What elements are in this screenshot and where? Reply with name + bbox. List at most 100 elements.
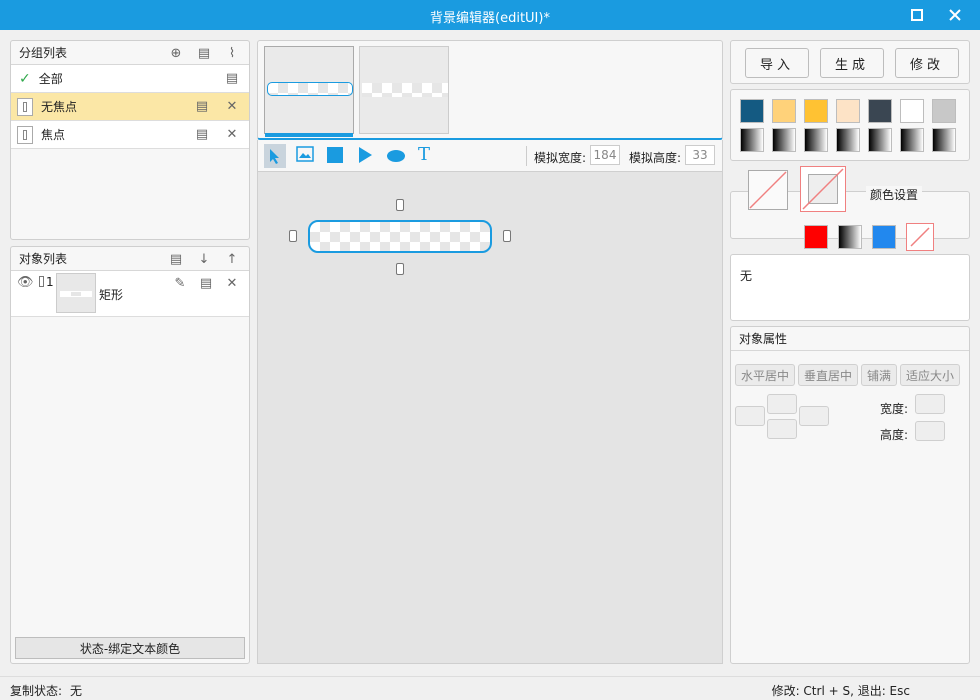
color-setting-label: 颜色设置 [866, 186, 923, 203]
eye-icon[interactable]: 👁 [17, 275, 34, 290]
group-item-no-focus[interactable]: 无焦点 ▤ ✕ [11, 93, 249, 121]
check-icon: ✓ [19, 70, 31, 87]
editor-canvas[interactable] [257, 172, 723, 664]
align-bottom-field[interactable] [767, 419, 797, 439]
object-list-header: 对象列表 ▤ ↓ ↑ [11, 247, 249, 271]
copy-state-value: 无 [70, 684, 83, 698]
rectangle-tool-icon[interactable] [327, 147, 343, 163]
quick-blue-swatch[interactable] [872, 225, 896, 249]
align-right-field[interactable] [799, 406, 829, 426]
resize-handle-right[interactable] [503, 230, 511, 242]
stroke-color-none-swatch[interactable] [800, 166, 846, 212]
color-swatch[interactable] [772, 99, 796, 123]
fill-color-none-swatch[interactable] [748, 170, 788, 210]
color-swatch[interactable] [740, 99, 764, 123]
align-left-field[interactable] [735, 406, 765, 426]
title-bar: 背景编辑器(editUI)* [0, 0, 980, 30]
move-down-icon[interactable]: ↓ [195, 250, 213, 268]
object-thumbnail [56, 273, 96, 313]
status-bind-button[interactable]: 状态-绑定文本颜色 [15, 637, 245, 659]
tool-bar: T 模拟宽度: 184 模拟高度: 33 [257, 140, 723, 172]
group-list-header: 分组列表 ⊕ ▤ ⌇ [11, 41, 249, 65]
width-input[interactable] [915, 394, 945, 414]
center-vertical-button[interactable]: 垂直居中 [798, 364, 858, 386]
copy-state-label: 复制状态: [10, 684, 63, 698]
generate-button[interactable]: 生成 [820, 48, 884, 78]
group-item-focus[interactable]: 焦点 ▤ ✕ [11, 121, 249, 149]
delete-icon[interactable]: ✕ [223, 274, 241, 292]
move-up-icon[interactable]: ↑ [223, 250, 241, 268]
object-item[interactable]: 👁 1 矩形 ✎ ▤ ✕ [11, 271, 249, 317]
sim-height-input[interactable]: 33 [685, 145, 715, 165]
gradient-swatch[interactable] [868, 128, 892, 152]
group-list-title: 分组列表 [19, 46, 68, 60]
pointer-tool-icon[interactable] [264, 144, 286, 168]
properties-header: 对象属性 [731, 327, 969, 351]
object-list-panel: 对象列表 ▤ ↓ ↑ 👁 1 矩形 ✎ ▤ ✕ 状态-绑定文本颜色 [10, 246, 250, 664]
fill-button[interactable]: 铺满 [861, 364, 897, 386]
toolbar-divider [526, 146, 527, 166]
gradient-swatch[interactable] [740, 128, 764, 152]
add-group-icon[interactable]: ⊕ [167, 44, 185, 62]
resize-handle-bottom[interactable] [396, 263, 404, 275]
paste-icon[interactable]: ▤ [195, 44, 213, 62]
sim-width-input[interactable]: 184 [590, 145, 620, 165]
center-horizontal-button[interactable]: 水平居中 [735, 364, 795, 386]
color-swatch[interactable] [836, 99, 860, 123]
copy-icon[interactable]: ▤ [193, 126, 211, 144]
group-item-all[interactable]: ✓ 全部 ▤ [11, 65, 249, 93]
window-title: 背景编辑器(editUI)* [430, 11, 550, 26]
text-box-value: 无 [740, 269, 753, 283]
group-item-label: 焦点 [41, 128, 66, 142]
maximize-icon[interactable] [906, 5, 928, 25]
copy-icon[interactable]: ▤ [193, 98, 211, 116]
close-icon[interactable] [944, 5, 966, 25]
paste-icon[interactable]: ▤ [167, 250, 185, 268]
color-swatch[interactable] [932, 99, 956, 123]
quick-none-swatch[interactable] [906, 223, 934, 251]
copy-icon[interactable]: ▤ [223, 70, 241, 88]
object-properties-panel: 对象属性 水平居中 垂直居中 铺满 适应大小 宽度: 高度: [730, 326, 970, 664]
quick-red-swatch[interactable] [804, 225, 828, 249]
copy-icon[interactable]: ▤ [197, 274, 215, 292]
gradient-swatch[interactable] [900, 128, 924, 152]
quick-gradient-swatch[interactable] [838, 225, 862, 249]
rectangle-object[interactable] [308, 220, 492, 253]
align-top-field[interactable] [767, 394, 797, 414]
thumbnail-state-2[interactable] [359, 46, 449, 134]
status-bar: 复制状态: 无 修改: Ctrl + S, 退出: Esc [0, 676, 980, 700]
color-swatch[interactable] [868, 99, 892, 123]
modify-button[interactable]: 修改 [895, 48, 959, 78]
delete-icon[interactable]: ✕ [223, 126, 241, 144]
link-icon [39, 276, 44, 287]
import-button[interactable]: 导入 [745, 48, 809, 78]
text-box[interactable]: 无 [730, 254, 970, 321]
triangle-tool-icon[interactable] [357, 146, 373, 167]
color-swatch[interactable] [804, 99, 828, 123]
color-swatch[interactable] [900, 99, 924, 123]
gradient-swatch[interactable] [932, 128, 956, 152]
gradient-swatch[interactable] [836, 128, 860, 152]
resize-handle-left[interactable] [289, 230, 297, 242]
group-item-label: 无焦点 [41, 100, 78, 114]
image-tool-icon[interactable] [296, 146, 314, 165]
action-panel: 导入 生成 修改 [730, 40, 970, 84]
color-palette [730, 89, 970, 161]
resize-handle-top[interactable] [396, 199, 404, 211]
width-label: 宽度: [880, 402, 909, 416]
thumbnail-state-1[interactable] [264, 46, 354, 137]
broom-icon[interactable]: ⌇ [223, 44, 241, 62]
delete-icon[interactable]: ✕ [223, 98, 241, 116]
state-thumbnails [257, 40, 723, 140]
edit-icon[interactable]: ✎ [171, 274, 189, 292]
text-tool-icon[interactable]: T [418, 144, 430, 165]
state-icon [17, 125, 33, 144]
height-label: 高度: [880, 428, 909, 442]
sim-height-label: 模拟高度: [629, 151, 682, 165]
fit-size-button[interactable]: 适应大小 [900, 364, 960, 386]
gradient-swatch[interactable] [804, 128, 828, 152]
height-input[interactable] [915, 421, 945, 441]
object-label: 矩形 [99, 288, 124, 302]
gradient-swatch[interactable] [772, 128, 796, 152]
ellipse-tool-icon[interactable] [387, 150, 405, 162]
